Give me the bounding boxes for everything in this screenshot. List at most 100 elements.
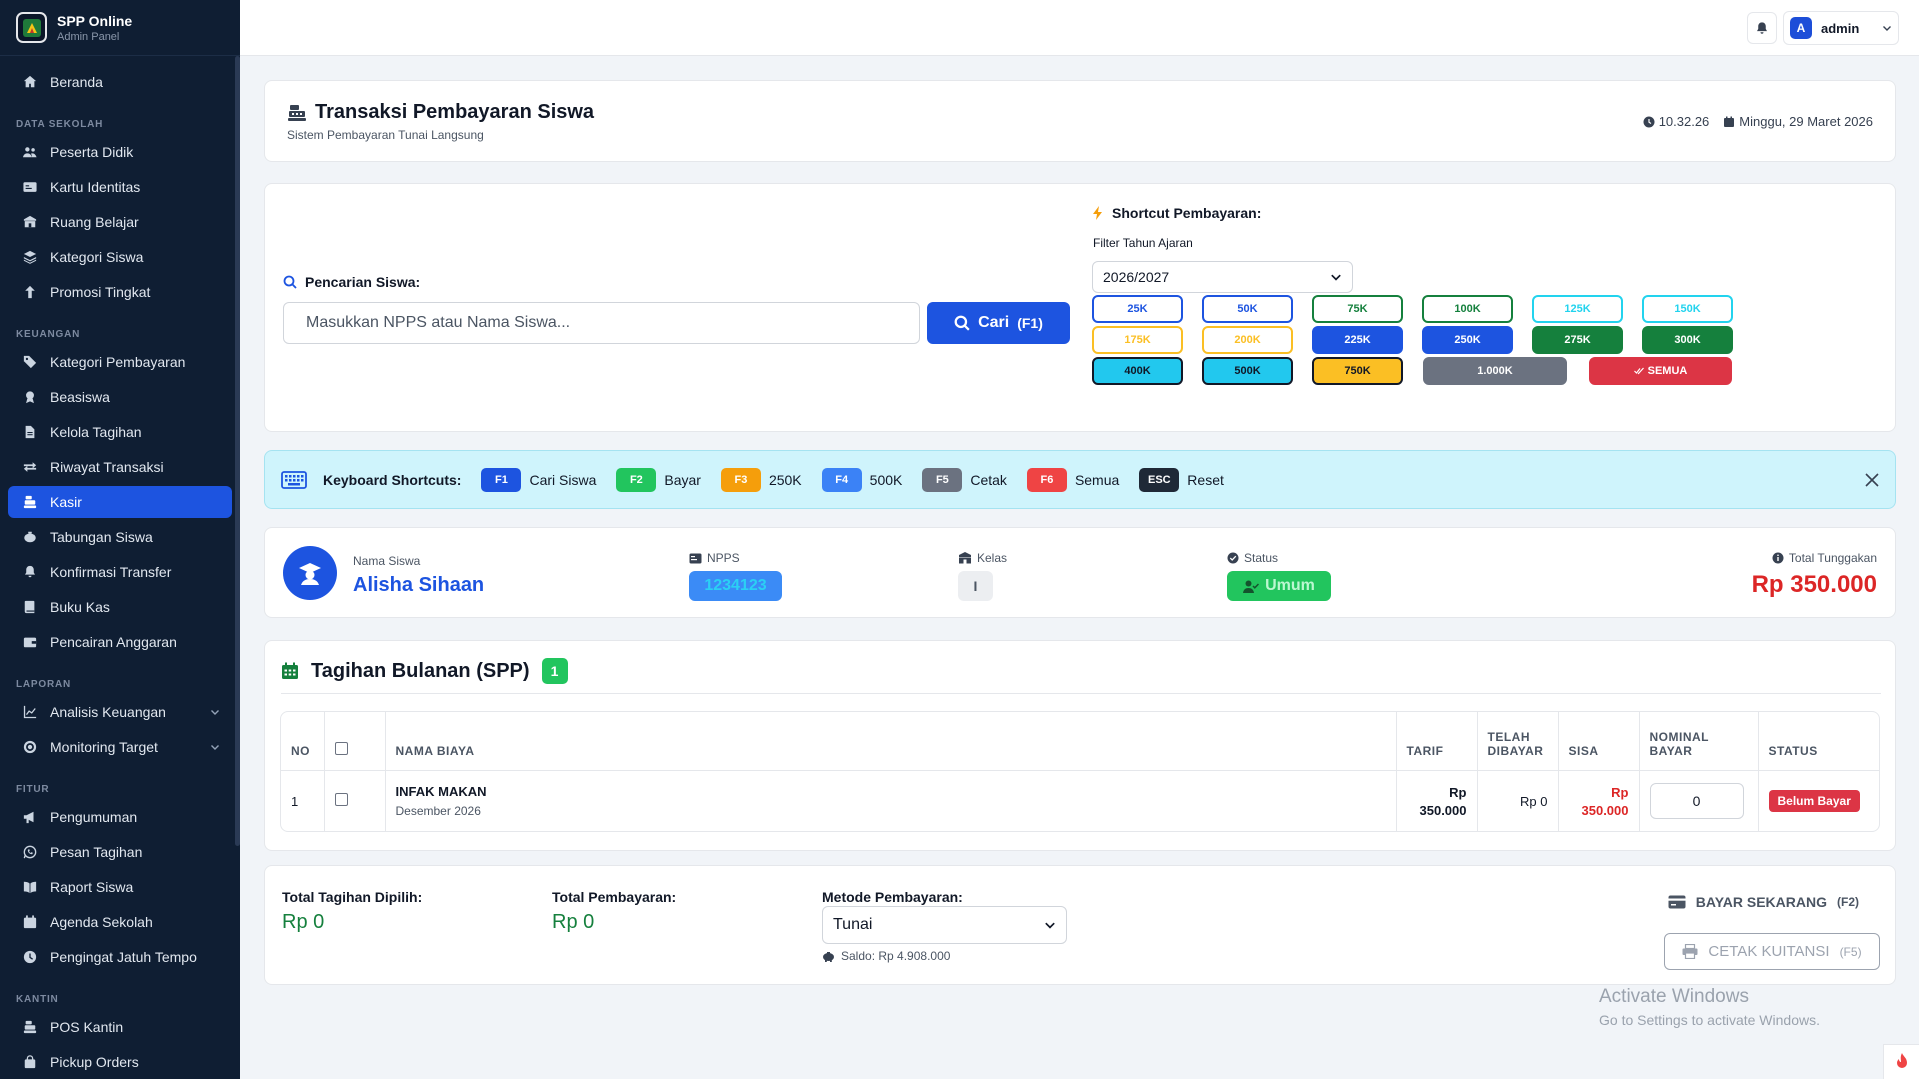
shortcut-175k-button[interactable]: 175K: [1092, 326, 1183, 354]
sidebar-item-label: Pengumuman: [50, 809, 138, 825]
user-menu[interactable]: A admin: [1783, 11, 1899, 45]
status-badge: Belum Bayar: [1768, 790, 1860, 813]
sidebar-item-pos-kantin[interactable]: POS Kantin: [8, 1011, 232, 1043]
shortcut-300k-button[interactable]: 300K: [1642, 326, 1733, 354]
shortcut-50k-button[interactable]: 50K: [1202, 295, 1293, 323]
layers-icon: [22, 249, 38, 265]
shortcut-275k-button[interactable]: 275K: [1532, 326, 1623, 354]
close-icon[interactable]: [1865, 473, 1879, 487]
chart-line-icon: [22, 704, 38, 720]
shortcut-500k-button[interactable]: 500K: [1202, 357, 1293, 385]
shortcut-key-f6: F6 Semua: [1026, 467, 1119, 492]
sidebar-item-buku-kas[interactable]: Buku Kas: [8, 591, 232, 623]
search-input[interactable]: [283, 302, 920, 344]
shortcut-title: Shortcut Pembayaran:: [1092, 205, 1261, 221]
shortcut-200k-button[interactable]: 200K: [1202, 326, 1293, 354]
print-receipt-button[interactable]: CETAK KUITANSI (F5): [1664, 933, 1880, 970]
wallet-icon: [22, 634, 38, 650]
nominal-input[interactable]: [1649, 783, 1744, 820]
sidebar-item-pesan-tagihan[interactable]: Pesan Tagihan: [8, 836, 232, 868]
shortcut-25k-button[interactable]: 25K: [1092, 295, 1183, 323]
notification-button[interactable]: [1747, 12, 1777, 44]
keyboard-label: Keyboard Shortcuts:: [323, 471, 462, 488]
payment-method-select[interactable]: Tunai: [822, 906, 1067, 944]
row-tarif: Rp 350.000: [1395, 770, 1477, 831]
brand[interactable]: SPP Online Admin Panel: [0, 0, 240, 56]
status-label: Status: [1227, 551, 1278, 565]
student-info-card: Nama Siswa Alisha Sihaan NPPS 1234123 Ke…: [264, 527, 1896, 618]
calendar-icon: [1724, 116, 1735, 127]
col-paid: TELAH DIBAYAR: [1476, 712, 1558, 771]
sidebar-item-kategori-siswa[interactable]: Kategori Siswa: [8, 241, 232, 273]
search-card: Pencarian Siswa: Cari (F1) Shortcut Pemb…: [264, 183, 1896, 432]
sidebar-item-tabungan-siswa[interactable]: Tabungan Siswa: [8, 521, 232, 553]
shortcut-key-f1: F1 Cari Siswa: [481, 467, 596, 492]
sidebar-item-label: Konfirmasi Transfer: [50, 564, 172, 580]
sidebar-item-label: Pengingat Jatuh Tempo: [50, 949, 197, 965]
shortcut-150k-button[interactable]: 150K: [1642, 295, 1733, 323]
pay-now-button[interactable]: BAYAR SEKARANG (F2): [1668, 894, 1859, 910]
fire-icon: [1896, 1053, 1907, 1068]
payment-summary-card: Total Tagihan Dipilih: Rp 0 Total Pembay…: [264, 865, 1896, 985]
sidebar-item-raport-siswa[interactable]: Raport Siswa: [8, 871, 232, 903]
shortcut-225k-button[interactable]: 225K: [1312, 326, 1403, 354]
billing-title: Tagihan Bulanan (SPP): [311, 659, 530, 682]
sidebar: SPP Online Admin Panel Beranda DATA SEKOL…: [0, 0, 240, 1079]
user-name: admin: [1821, 20, 1860, 36]
sidebar-item-pencairan-anggaran[interactable]: Pencairan Anggaran: [8, 626, 232, 658]
col-name: NAMA BIAYA: [384, 712, 1396, 771]
shortcut-125k-button[interactable]: 125K: [1532, 295, 1623, 323]
sidebar-item-kategori-pembayaran[interactable]: Kategori Pembayaran: [8, 346, 232, 378]
col-nominal: NOMINAL BAYAR: [1638, 712, 1758, 771]
sidebar-item-label: Pickup Orders: [50, 1054, 139, 1070]
shortcut-400k-button[interactable]: 400K: [1092, 357, 1183, 385]
shortcut-250k-button[interactable]: 250K: [1422, 326, 1513, 354]
billing-table-wrapper: NO NAMA BIAYA TARIF TELAH DIBAYAR SISA NO…: [280, 711, 1880, 832]
sidebar-item-label: POS Kantin: [50, 1019, 124, 1035]
sidebar-item-pengingat-jatuh-tempo[interactable]: Pengingat Jatuh Tempo: [8, 941, 232, 973]
sidebar-item-kasir[interactable]: Kasir: [8, 486, 232, 518]
row-checkbox[interactable]: [334, 793, 348, 807]
sidebar-item-riwayat-transaksi[interactable]: Riwayat Transaksi: [8, 451, 232, 483]
shortcut-key-f2: F2 Bayar: [616, 467, 701, 492]
sidebar-item-beranda[interactable]: Beranda: [8, 66, 232, 98]
row-sisa: Rp 350.000: [1557, 770, 1639, 831]
sidebar-item-konfirmasi-transfer[interactable]: Konfirmasi Transfer: [8, 556, 232, 588]
filter-label: Filter Tahun Ajaran: [1093, 236, 1193, 250]
bell-icon: [22, 564, 38, 580]
print-icon: [1682, 944, 1698, 959]
sidebar-item-pickup-orders[interactable]: Pickup Orders: [8, 1046, 232, 1078]
npps-label: NPPS: [689, 551, 740, 565]
piggy-bank-icon: [823, 951, 834, 962]
page-header-card: Transaksi Pembayaran Siswa Sistem Pembay…: [264, 80, 1896, 162]
sidebar-item-kelola-tagihan[interactable]: Kelola Tagihan: [8, 416, 232, 448]
sidebar-item-pengumuman[interactable]: Pengumuman: [8, 801, 232, 833]
academic-year-select[interactable]: 2026/2027: [1092, 261, 1353, 293]
credit-card-icon: [1668, 895, 1686, 909]
shortcut-semua-button[interactable]: SEMUA: [1589, 357, 1732, 385]
kelas-badge: I: [958, 571, 993, 601]
sidebar-item-kartu-identitas[interactable]: Kartu Identitas: [8, 171, 232, 203]
shortcut-1000k-button[interactable]: 1.000K: [1423, 357, 1567, 385]
sidebar-item-ruang-belajar[interactable]: Ruang Belajar: [8, 206, 232, 238]
chevron-down-icon: [1045, 922, 1055, 929]
sidebar-item-peserta-didik[interactable]: Peserta Didik: [8, 136, 232, 168]
sidebar-scrollbar[interactable]: [235, 56, 240, 846]
exchange-icon: [22, 459, 38, 475]
floating-widget[interactable]: [1883, 1044, 1919, 1079]
billing-table: NO NAMA BIAYA TARIF TELAH DIBAYAR SISA NO…: [281, 712, 1879, 831]
sidebar-item-agenda-sekolah[interactable]: Agenda Sekolah: [8, 906, 232, 938]
sidebar-item-label: Kategori Pembayaran: [50, 354, 186, 370]
shortcut-100k-button[interactable]: 100K: [1422, 295, 1513, 323]
search-button[interactable]: Cari (F1): [927, 302, 1070, 344]
id-card-icon: [22, 179, 38, 195]
sidebar-item-analisis-keuangan[interactable]: Analisis Keuangan: [8, 696, 232, 728]
sidebar-item-monitoring-target[interactable]: Monitoring Target: [8, 731, 232, 763]
status-badge: Umum: [1227, 571, 1331, 601]
sidebar-item-promosi-tingkat[interactable]: Promosi Tingkat: [8, 276, 232, 308]
sidebar-section-label: LAPORAN: [16, 679, 72, 690]
shortcut-75k-button[interactable]: 75K: [1312, 295, 1403, 323]
sidebar-item-beasiswa[interactable]: Beasiswa: [8, 381, 232, 413]
shortcut-750k-button[interactable]: 750K: [1312, 357, 1403, 385]
select-all-checkbox[interactable]: [334, 741, 348, 755]
